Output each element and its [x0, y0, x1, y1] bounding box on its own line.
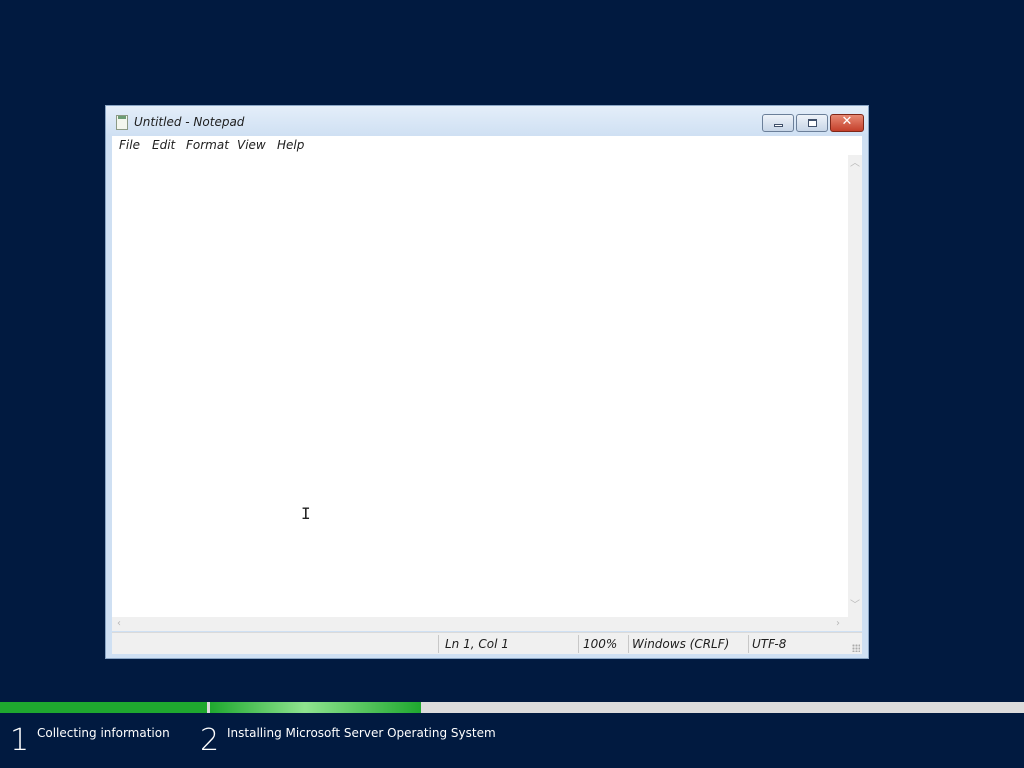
close-button[interactable]: ✕: [830, 114, 864, 132]
scroll-corner: [848, 617, 862, 631]
menu-file[interactable]: File: [119, 138, 140, 152]
menu-help[interactable]: Help: [277, 138, 304, 152]
menu-view[interactable]: View: [237, 138, 266, 152]
notepad-window: Untitled - Notepad ✕ File Edit Format Vi…: [105, 105, 869, 659]
notepad-icon: [116, 115, 128, 130]
status-line-ending: Windows (CRLF): [632, 637, 730, 651]
progress-fill-installing: [210, 702, 422, 713]
progress-segment-collecting: [0, 702, 207, 713]
scroll-down-icon[interactable]: ﹀: [850, 601, 860, 611]
step-label: Collecting information: [37, 726, 170, 740]
status-divider: [628, 635, 629, 653]
text-cursor-icon: I: [301, 504, 311, 523]
status-divider: [748, 635, 749, 653]
step-number: 1: [10, 723, 30, 758]
maximize-button[interactable]: [796, 114, 828, 132]
menu-bar: File Edit Format View Help: [112, 136, 862, 155]
horizontal-scrollbar[interactable]: ‹ ›: [112, 617, 848, 631]
close-icon: ✕: [841, 114, 853, 129]
maximize-icon: [808, 119, 817, 127]
minimize-button[interactable]: [762, 114, 794, 132]
status-zoom: 100%: [583, 637, 618, 651]
progress-fill-collecting: [0, 702, 207, 713]
step-number: 2: [200, 723, 220, 758]
status-encoding: UTF-8: [752, 637, 787, 651]
scroll-up-icon[interactable]: ︿: [850, 159, 860, 169]
status-divider: [578, 635, 579, 653]
title-bar[interactable]: Untitled - Notepad ✕: [106, 106, 868, 136]
status-bar: Ln 1, Col 1 100% Windows (CRLF) UTF-8: [112, 632, 862, 654]
resize-grip-icon[interactable]: [852, 644, 860, 652]
setup-progress-bar: [0, 702, 1024, 713]
scroll-left-icon[interactable]: ‹: [117, 619, 121, 629]
progress-segment-installing: [210, 702, 1022, 713]
vertical-scrollbar[interactable]: ︿ ﹀: [848, 155, 862, 617]
window-title: Untitled - Notepad: [134, 115, 245, 129]
step-label: Installing Microsoft Server Operating Sy…: [227, 726, 496, 740]
status-position: Ln 1, Col 1: [445, 637, 509, 651]
minimize-icon: [774, 124, 783, 127]
setup-background: Untitled - Notepad ✕ File Edit Format Vi…: [0, 0, 1024, 768]
status-divider: [438, 635, 439, 653]
scroll-right-icon[interactable]: ›: [836, 619, 840, 629]
menu-edit[interactable]: Edit: [152, 138, 175, 152]
menu-format[interactable]: Format: [186, 138, 229, 152]
text-editor[interactable]: [112, 155, 848, 617]
